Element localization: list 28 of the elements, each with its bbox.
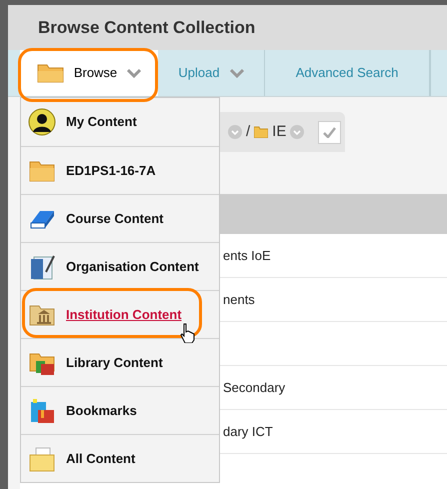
books-icon (28, 396, 56, 424)
tab[interactable]: Browse (20, 50, 158, 96)
checkmark-button[interactable] (318, 120, 342, 144)
person-avatar-icon (28, 108, 56, 136)
menu-item[interactable]: All Content (21, 434, 219, 482)
chevron-circle-icon[interactable] (228, 125, 242, 139)
row-title[interactable]: nents (223, 290, 255, 310)
menu-item[interactable]: Organisation Content (21, 242, 219, 290)
folder-name[interactable]: IE (272, 120, 286, 144)
menu-item[interactable]: ED1PS1-16-7A (21, 146, 219, 194)
path-separator: / (246, 122, 250, 142)
caret-icon (127, 68, 142, 78)
row-title[interactable]: dary ICT (223, 422, 273, 442)
notebook-icon (28, 252, 56, 280)
menu-item[interactable]: My Content (21, 98, 219, 146)
dialog-title: Browse Content Collection (38, 16, 256, 39)
menu-item[interactable]: Course Content (21, 194, 219, 242)
checkmark-icon (323, 126, 336, 138)
menu-item[interactable]: Bookmarks (21, 386, 219, 434)
row-title[interactable]: ents IoE (223, 246, 271, 266)
menu-item[interactable]: Library Content (21, 338, 219, 386)
folder-icon (36, 63, 64, 83)
row-title[interactable]: Secondary (223, 378, 286, 398)
open-folder-icon (28, 444, 56, 472)
chevron-circle-icon[interactable] (290, 125, 304, 139)
caret-icon (230, 68, 244, 78)
folder-icon (254, 126, 268, 138)
hand-cursor-icon (180, 323, 195, 343)
